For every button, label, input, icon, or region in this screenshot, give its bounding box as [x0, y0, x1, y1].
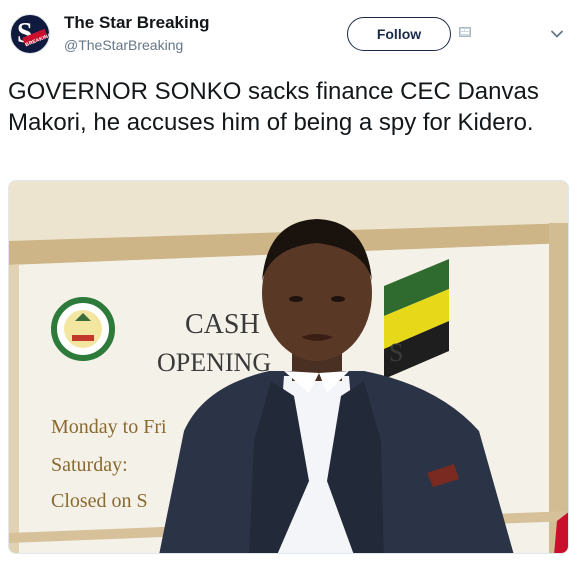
- sign-line-2: Saturday:: [51, 454, 128, 476]
- tweet-photo[interactable]: CASH OPENING S Monday to Fri Saturday: C…: [8, 180, 569, 554]
- sign-line-3: Closed on S: [51, 490, 148, 512]
- sign-title-2: OPENING: [157, 348, 271, 377]
- account-handle[interactable]: @TheStarBreaking: [64, 37, 183, 53]
- sign-title-1: CASH: [185, 309, 260, 340]
- sign-line-1: Monday to Fri: [51, 416, 167, 438]
- tweet-text: GOVERNOR SONKO sacks finance CEC Danvas …: [8, 78, 539, 136]
- follow-button[interactable]: Follow: [347, 17, 451, 51]
- chevron-down-icon[interactable]: [550, 27, 564, 41]
- account-name[interactable]: The Star Breaking: [64, 13, 210, 33]
- image-icon: [459, 27, 471, 37]
- sign-title-2-end: S: [389, 338, 403, 367]
- county-logo: [51, 297, 115, 361]
- avatar[interactable]: S BREAKING NEWS: [10, 14, 50, 54]
- photo-canvas: CASH OPENING S Monday to Fri Saturday: C…: [9, 181, 568, 553]
